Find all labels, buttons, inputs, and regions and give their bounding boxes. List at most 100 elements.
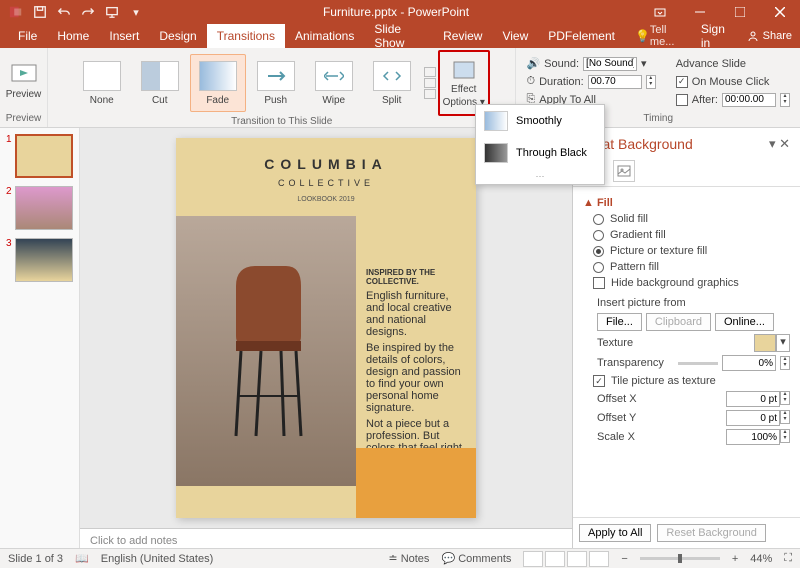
thumbnail-2[interactable] xyxy=(15,186,73,230)
transparency-spinner[interactable]: ▴▾ xyxy=(780,356,790,370)
gallery-more-icon[interactable] xyxy=(424,89,436,99)
fill-section[interactable]: ▲ Fill xyxy=(583,197,790,209)
save-icon[interactable] xyxy=(30,2,50,22)
file-button[interactable]: File... xyxy=(597,313,642,331)
slide-image xyxy=(176,216,356,486)
offsetx-input[interactable] xyxy=(726,391,780,407)
notes-btn-label: Notes xyxy=(401,553,430,565)
thumbnail-1[interactable] xyxy=(15,134,73,178)
pane-close-icon[interactable]: ▾ ✕ xyxy=(769,136,790,152)
language-label[interactable]: English (United States) xyxy=(101,553,214,565)
radio-gradient[interactable] xyxy=(593,230,604,241)
slide[interactable]: COLUMBIA COLLECTIVE LOOKBOOK 2019 INSPIR… xyxy=(176,138,476,518)
tile-checkbox[interactable]: ✓ xyxy=(593,375,605,387)
fit-window-icon[interactable]: ⛶ xyxy=(784,552,792,565)
after-input[interactable] xyxy=(722,93,776,107)
zoom-level[interactable]: 44% xyxy=(750,553,772,565)
reading-view-icon[interactable] xyxy=(567,551,587,567)
transition-none[interactable]: None xyxy=(74,54,130,112)
minimize-icon[interactable] xyxy=(680,0,720,24)
scalex-input[interactable] xyxy=(726,429,780,445)
gallery-up-icon[interactable] xyxy=(424,67,436,77)
duration-icon: ⏱ xyxy=(526,75,535,88)
after-checkbox[interactable] xyxy=(676,94,688,106)
signin-link[interactable]: Sign in xyxy=(693,22,739,50)
spellcheck-icon[interactable]: 📖 xyxy=(75,552,89,565)
transition-wipe[interactable]: Wipe xyxy=(306,54,362,112)
tab-transitions[interactable]: Transitions xyxy=(207,24,285,48)
tab-tellme[interactable]: 💡 Tell me... xyxy=(625,24,693,48)
transparency-slider[interactable] xyxy=(678,362,718,365)
offsetx-spinner[interactable]: ▴▾ xyxy=(780,391,790,405)
transparency-input[interactable] xyxy=(722,355,776,371)
notes-button[interactable]: ≐ Notes xyxy=(388,552,429,565)
undo-icon[interactable] xyxy=(54,2,74,22)
radio-picture[interactable] xyxy=(593,246,604,257)
comments-button[interactable]: 💬 Comments xyxy=(441,552,511,565)
close-icon[interactable] xyxy=(760,0,800,24)
thumbnail-3[interactable] xyxy=(15,238,73,282)
option-smoothly[interactable]: Smoothly xyxy=(476,105,604,137)
scalex-spinner[interactable]: ▴▾ xyxy=(780,429,790,443)
sound-dropdown-icon[interactable]: ▾ xyxy=(641,57,647,70)
gallery-down-icon[interactable] xyxy=(424,78,436,88)
offsety-input[interactable] xyxy=(726,410,780,426)
tab-review[interactable]: Review xyxy=(433,24,492,48)
duration-input[interactable] xyxy=(588,75,642,89)
fill-label: Fill xyxy=(597,197,613,209)
sound-icon: 🔊 xyxy=(526,57,540,70)
preview-button[interactable]: Preview xyxy=(3,51,45,113)
slide-title: COLUMBIA xyxy=(176,156,476,172)
transition-push[interactable]: Push xyxy=(248,54,304,112)
smoothly-label: Smoothly xyxy=(516,115,562,127)
clipboard-button: Clipboard xyxy=(646,313,711,331)
normal-view-icon[interactable] xyxy=(523,551,543,567)
tab-animations[interactable]: Animations xyxy=(285,24,364,48)
tab-file[interactable]: File xyxy=(8,24,47,48)
ribbon-options-icon[interactable] xyxy=(640,0,680,24)
fp-tab-picture-icon[interactable] xyxy=(613,160,635,182)
onclick-checkbox[interactable]: ✓ xyxy=(676,76,688,88)
transition-fade[interactable]: Fade xyxy=(190,54,246,112)
duration-spinner[interactable]: ▴▾ xyxy=(646,75,656,89)
offsety-spinner[interactable]: ▴▾ xyxy=(780,410,790,424)
qat-customize-icon[interactable]: ▾ xyxy=(126,2,146,22)
start-slideshow-icon[interactable] xyxy=(102,2,122,22)
transparency-label: Transparency xyxy=(597,357,664,369)
advance-label: Advance Slide xyxy=(676,56,790,72)
timing-group-label: Timing xyxy=(643,113,673,127)
hide-bg-checkbox[interactable] xyxy=(593,277,605,289)
tab-pdfelement[interactable]: PDFelement xyxy=(538,24,625,48)
slideshow-view-icon[interactable] xyxy=(589,551,609,567)
transition-cut[interactable]: Cut xyxy=(132,54,188,112)
slide-counter[interactable]: Slide 1 of 3 xyxy=(8,553,63,565)
texture-dropdown-icon[interactable]: ▾ xyxy=(776,334,790,352)
smoothly-icon xyxy=(484,111,508,131)
zoom-in-icon[interactable]: + xyxy=(732,553,738,565)
tab-home[interactable]: Home xyxy=(47,24,99,48)
app-icon[interactable] xyxy=(6,2,26,22)
share-button[interactable]: Share xyxy=(739,30,800,42)
zoom-slider[interactable] xyxy=(640,557,720,560)
preview-label: Preview xyxy=(6,89,42,100)
option-through-black[interactable]: Through Black xyxy=(476,137,604,169)
tab-insert[interactable]: Insert xyxy=(99,24,149,48)
tab-design[interactable]: Design xyxy=(149,24,206,48)
gradient-label: Gradient fill xyxy=(610,229,666,241)
radio-solid[interactable] xyxy=(593,214,604,225)
transition-split[interactable]: Split xyxy=(364,54,420,112)
online-button[interactable]: Online... xyxy=(715,313,774,331)
maximize-icon[interactable] xyxy=(720,0,760,24)
radio-pattern[interactable] xyxy=(593,262,604,273)
zoom-out-icon[interactable]: − xyxy=(621,553,627,565)
slide-canvas[interactable]: COLUMBIA COLLECTIVE LOOKBOOK 2019 INSPIR… xyxy=(80,128,572,528)
sorter-view-icon[interactable] xyxy=(545,551,565,567)
sound-select[interactable] xyxy=(583,57,637,71)
format-background-pane: ..mat Background ▾ ✕ ▲ Fill Solid fill G… xyxy=(572,128,800,548)
texture-swatch[interactable] xyxy=(754,334,776,352)
apply-to-all-button[interactable]: Apply to All xyxy=(579,524,651,542)
redo-icon[interactable] xyxy=(78,2,98,22)
tab-slideshow[interactable]: Slide Show xyxy=(364,24,433,48)
after-spinner[interactable]: ▴▾ xyxy=(780,93,790,107)
tab-view[interactable]: View xyxy=(492,24,538,48)
